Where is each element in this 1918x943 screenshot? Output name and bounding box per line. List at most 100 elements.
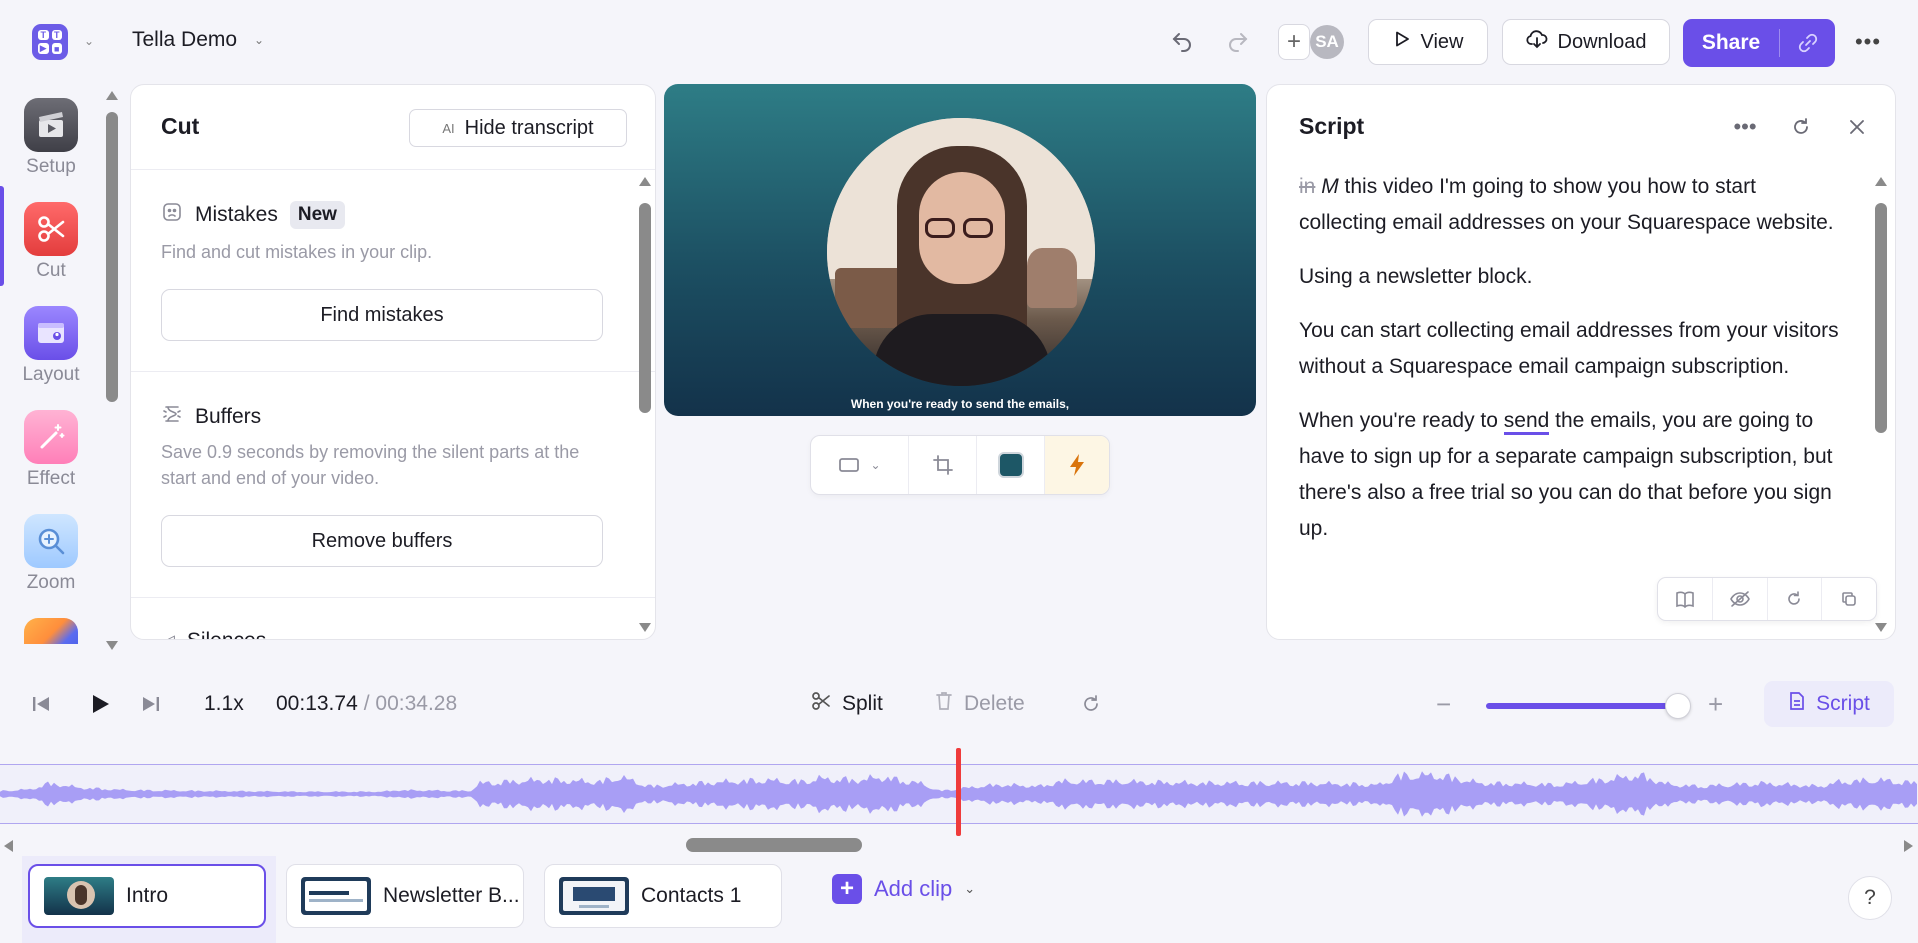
script-floating-toolbar	[1657, 577, 1877, 621]
view-button[interactable]: View	[1368, 19, 1488, 65]
crop-icon[interactable]	[909, 436, 977, 494]
nav-fade	[0, 644, 102, 646]
chevron-down-icon[interactable]: ⌄	[254, 33, 264, 47]
sidebar-item-setup[interactable]: Setup	[0, 98, 102, 198]
camera-bubble[interactable]	[827, 118, 1095, 386]
clip-thumbnail	[44, 877, 114, 915]
scroll-down-arrow[interactable]	[106, 641, 118, 650]
add-clip-button[interactable]: + Add clip ⌄	[832, 874, 975, 904]
refresh-icon[interactable]	[1785, 111, 1817, 143]
skip-forward-icon[interactable]	[140, 686, 162, 722]
chevron-down-icon[interactable]: ⌄	[964, 881, 975, 897]
copy-icon[interactable]	[1822, 578, 1876, 620]
find-mistakes-button[interactable]: Find mistakes	[161, 289, 603, 341]
zoom-in-icon[interactable]: +	[1708, 686, 1723, 722]
split-label: Split	[842, 692, 883, 715]
script-paragraph[interactable]: Using a newsletter block.	[1299, 259, 1839, 295]
top-bar: T T ▶ ■ ⌄ Tella Demo ⌄ + SA View Download S…	[0, 0, 1918, 84]
timeline-scrollbar[interactable]	[0, 836, 1918, 854]
script-paragraph[interactable]: in M this video I'm going to show you ho…	[1299, 169, 1839, 241]
delete-label: Delete	[964, 692, 1025, 715]
sidebar-item-zoom[interactable]: Zoom	[0, 514, 102, 614]
scroll-right-arrow[interactable]	[1904, 840, 1913, 852]
sidebar-item-label: Setup	[26, 156, 76, 177]
deleted-word[interactable]: in	[1299, 175, 1315, 198]
scroll-up-arrow[interactable]	[106, 91, 118, 100]
playhead[interactable]	[956, 748, 961, 836]
scroll-down-arrow[interactable]	[1875, 623, 1887, 632]
project-title[interactable]: Tella Demo	[132, 28, 237, 52]
divider	[131, 169, 655, 170]
sidebar-item-more[interactable]	[24, 618, 78, 644]
brand-kit-icon	[24, 618, 78, 644]
script-panel: Script ••• in M this video I'm going to …	[1266, 84, 1896, 640]
close-icon[interactable]	[1841, 111, 1873, 143]
chevron-down-icon: ⌄	[870, 458, 881, 472]
script-paragraph[interactable]: You can start collecting email addresses…	[1299, 313, 1839, 385]
redo-icon[interactable]	[1220, 24, 1256, 60]
tella-logo[interactable]: T T ▶ ■	[32, 24, 68, 60]
sidebar-item-label: Cut	[36, 260, 66, 281]
delete-button[interactable]: Delete	[934, 686, 1025, 722]
scrollbar-thumb[interactable]	[1875, 203, 1887, 433]
add-clip-label: Add clip	[874, 876, 953, 901]
playback-speed[interactable]: 1.1x	[204, 686, 244, 722]
sidebar-item-label: Effect	[26, 468, 76, 489]
background-color-button[interactable]	[977, 436, 1045, 494]
silences-section-header: ◁ Silences	[161, 629, 266, 639]
help-button[interactable]: ?	[1848, 876, 1892, 920]
more-options-icon[interactable]: •••	[1852, 24, 1884, 60]
script-paragraph[interactable]: When you're ready to send the emails, yo…	[1299, 403, 1839, 547]
new-badge: New	[289, 201, 345, 229]
script-toggle-button[interactable]: Script	[1764, 681, 1894, 727]
clip-intro[interactable]: Intro	[28, 864, 266, 928]
undo-icon[interactable]	[1768, 578, 1823, 620]
paragraph-text: this video I'm going to show you how to …	[1299, 175, 1834, 234]
sidebar-scrollbar[interactable]	[106, 108, 118, 402]
sidebar-item-cut[interactable]: Cut	[0, 202, 102, 302]
color-swatch	[997, 452, 1024, 478]
scrollbar-thumb[interactable]	[639, 203, 651, 413]
copy-link-icon[interactable]	[1780, 32, 1835, 54]
scroll-up-arrow[interactable]	[639, 177, 651, 186]
remove-buffers-button[interactable]: Remove buffers	[161, 515, 603, 567]
cut-panel-scrollbar[interactable]	[639, 189, 651, 619]
zoom-slider-track[interactable]	[1486, 703, 1678, 709]
scrollbar-thumb[interactable]	[686, 838, 862, 852]
playback-bar: 1.1x 00:13.74 / 00:34.28 Split Delete − …	[0, 658, 1918, 752]
layout-select[interactable]: ⌄	[811, 436, 909, 494]
ai-text-icon: A‍I	[442, 120, 455, 136]
scroll-left-arrow[interactable]	[4, 840, 13, 852]
script-toggle-label: Script	[1816, 692, 1870, 715]
script-scrollbar[interactable]	[1875, 189, 1887, 619]
hide-transcript-button[interactable]: A‍I Hide transcript	[409, 109, 627, 147]
zoom-out-icon[interactable]: −	[1436, 686, 1451, 722]
scroll-down-arrow[interactable]	[639, 623, 651, 632]
split-button[interactable]: Split	[810, 686, 883, 722]
more-options-icon[interactable]: •••	[1729, 111, 1761, 143]
avatar[interactable]: SA	[1310, 25, 1344, 59]
skip-back-icon[interactable]	[30, 686, 52, 722]
undo-icon[interactable]	[1164, 24, 1200, 60]
current-word[interactable]: send	[1503, 409, 1550, 435]
play-icon[interactable]	[88, 686, 112, 722]
share-button[interactable]: Share	[1683, 19, 1835, 67]
scrollbar-thumb[interactable]	[106, 112, 118, 402]
clip-newsletter[interactable]: Newsletter B...	[286, 864, 524, 928]
zoom-slider-thumb[interactable]	[1665, 693, 1691, 719]
invite-add-button[interactable]: +	[1278, 24, 1310, 60]
book-icon[interactable]	[1658, 578, 1713, 620]
download-button[interactable]: Download	[1502, 19, 1670, 65]
clip-contacts-1[interactable]: Contacts 1	[544, 864, 782, 928]
video-preview[interactable]: When you're ready to send the emails,	[664, 84, 1256, 416]
scroll-up-arrow[interactable]	[1875, 177, 1887, 186]
lightning-icon[interactable]	[1045, 436, 1109, 494]
edited-letter[interactable]: M	[1321, 175, 1339, 198]
chevron-down-icon[interactable]: ⌄	[84, 34, 94, 48]
mistakes-description: Find and cut mistakes in your clip.	[161, 242, 433, 262]
script-transcript[interactable]: in M this video I'm going to show you ho…	[1299, 169, 1839, 565]
sidebar-item-effect[interactable]: Effect	[0, 410, 102, 510]
eye-off-icon[interactable]	[1713, 578, 1768, 620]
restore-icon[interactable]	[1080, 686, 1102, 722]
sidebar-item-layout[interactable]: Layout	[0, 306, 102, 406]
